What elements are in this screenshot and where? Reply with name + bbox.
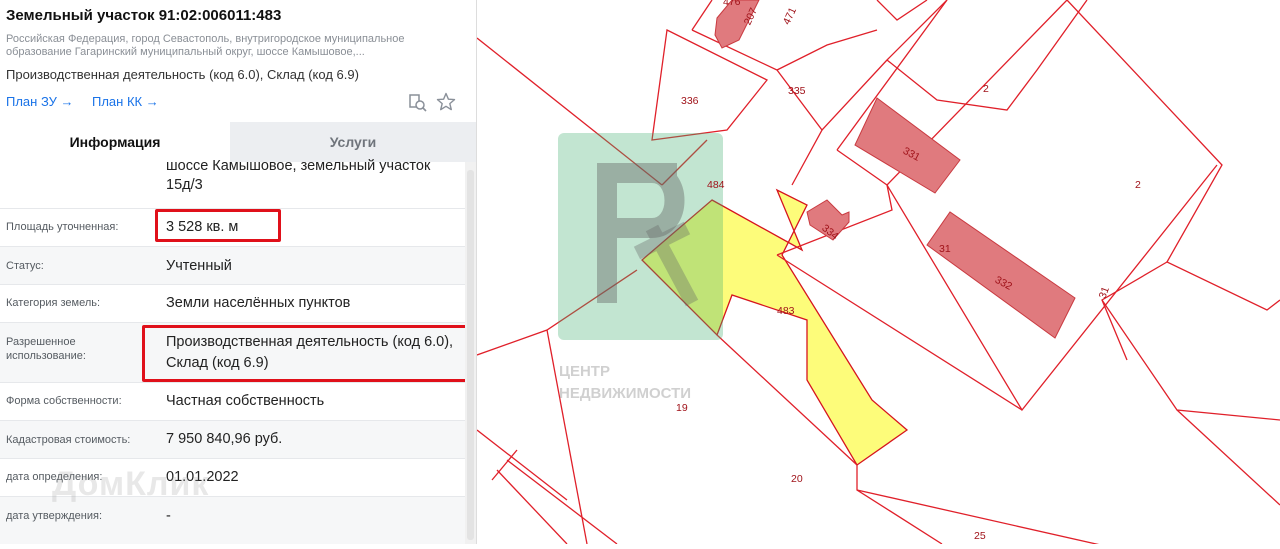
usage-highlight-box [142, 325, 468, 382]
row-label: дата утверждения: [6, 510, 103, 522]
plot-label: 335 [788, 85, 806, 97]
plan-kk-link[interactable]: План КК → [92, 94, 159, 109]
domclick-watermark: ДомКлик [52, 465, 210, 503]
plot-label: 25 [974, 530, 986, 542]
address-continuation: шоссе Камышовое, земельный участок 15д/3 [166, 158, 431, 193]
tab-services[interactable]: Услуги [230, 122, 476, 162]
plot-label: 31 [939, 243, 951, 255]
plot-label: 19 [676, 402, 688, 414]
address-text: Российская Федерация, город Севастополь,… [6, 33, 405, 58]
document-search-icon[interactable] [406, 91, 428, 113]
page-title: Земельный участок 91:02:006011:483 [6, 7, 282, 24]
row-label: Разрешенное использование: [6, 336, 86, 362]
row-value: Учтенный [166, 258, 232, 274]
row-label: Кадастровая стоимость: [6, 434, 131, 446]
plot-label: 20 [791, 473, 803, 485]
plan-zu-link[interactable]: План ЗУ → [6, 94, 74, 109]
info-panel: Земельный участок 91:02:006011:483 Росси… [0, 0, 476, 544]
row-value: Земли населённых пунктов [166, 295, 351, 311]
plot-label: 31 [1097, 285, 1112, 300]
table-row: Категория земель: Земли населённых пункт… [0, 284, 465, 323]
plot-label: 484 [707, 179, 725, 191]
cadastral-map[interactable]: ЦЕНТР НЕДВИЖИМОСТИ 476 207 471 336 335 2… [476, 0, 1280, 549]
star-icon[interactable] [435, 91, 457, 113]
plot-label: 2 [1135, 179, 1141, 191]
row-label: Форма собственности: [6, 395, 122, 407]
plot-label: 471 [781, 5, 799, 26]
table-row: Кадастровая стоимость: 7 950 840,96 руб. [0, 420, 465, 459]
plot-label: 336 [681, 95, 699, 107]
row-value: - [166, 508, 171, 524]
row-label: Площадь уточненная: [6, 221, 119, 233]
tab-info[interactable]: Информация [0, 122, 230, 162]
row-value: 01.01.2022 [166, 469, 239, 485]
row-value: 7 950 840,96 руб. [166, 431, 283, 447]
row-label: Категория земель: [6, 297, 101, 309]
table-row: Форма собственности: Частная собственнос… [0, 382, 465, 421]
map-canvas[interactable]: ЦЕНТР НЕДВИЖИМОСТИ 476 207 471 336 335 2… [476, 0, 1280, 549]
table-row: Статус: Учтенный [0, 246, 465, 285]
rk-watermark-line1: ЦЕНТР [559, 363, 610, 380]
plot-label: 476 [723, 0, 741, 8]
plot-label: 2 [983, 83, 989, 95]
rk-watermark-line2: НЕДВИЖИМОСТИ [559, 385, 691, 402]
area-highlight-box [155, 209, 281, 242]
plot-label: 483 [777, 305, 795, 317]
purpose-text: Производственная деятельность (код 6.0),… [6, 67, 359, 82]
tab-bar: Информация Услуги [0, 122, 476, 162]
scrollbar-thumb[interactable] [467, 170, 474, 540]
rk-watermark: ЦЕНТР НЕДВИЖИМОСТИ [558, 133, 723, 402]
row-value: Частная собственность [166, 393, 325, 409]
row-label: Статус: [6, 260, 44, 272]
